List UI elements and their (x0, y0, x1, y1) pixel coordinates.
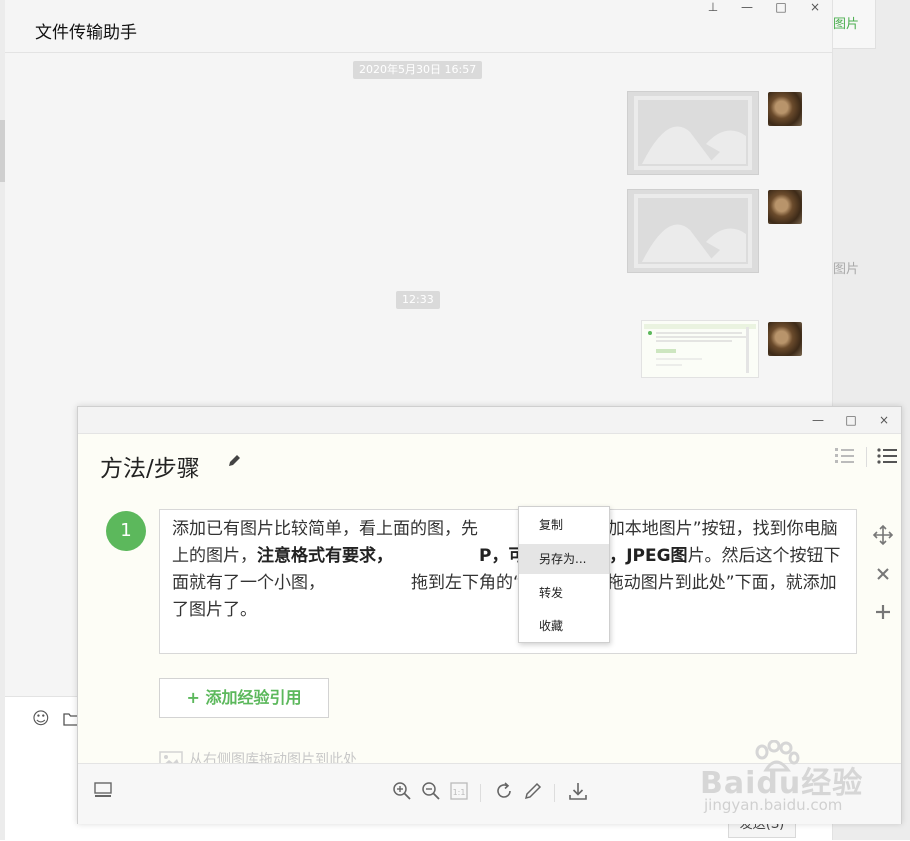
menu-item-save-as[interactable]: 另存为... (519, 544, 609, 574)
avatar[interactable] (768, 92, 802, 126)
minimize-icon[interactable]: — (737, 0, 757, 14)
step-text[interactable]: 添加已有图片比较简单，看上面的图，先 角的“添加本地图片”按钮，找到你电脑上的图片… (172, 516, 852, 624)
context-menu: 复制 另存为... 转发 收藏 (518, 506, 610, 643)
editor-titlebar: — □ × (78, 407, 901, 434)
maximize-icon[interactable]: □ (771, 0, 791, 14)
image-placeholder-icon (634, 96, 752, 170)
chat-header: 文件传输助手 ⊥ — □ × (5, 0, 832, 53)
close-icon[interactable]: × (805, 0, 825, 14)
step-section-title: 方法/步骤 (100, 456, 200, 482)
layout-icon[interactable] (94, 782, 112, 798)
toolbar-divider (866, 447, 867, 467)
step-text-bold: 注意格式有要求， (257, 546, 393, 566)
menu-item-forward[interactable]: 转发 (519, 578, 609, 608)
numbered-list-icon[interactable] (833, 445, 855, 467)
avatar[interactable] (768, 190, 802, 224)
menu-item-favorite[interactable]: 收藏 (519, 611, 609, 641)
zoom-out-icon[interactable] (421, 781, 441, 801)
step-number-badge: 1 (106, 511, 146, 551)
right-panel-label-images[interactable]: 图片 (833, 13, 859, 32)
screenshot-thumbnail[interactable] (641, 320, 759, 378)
editor-minimize-icon[interactable]: — (808, 413, 828, 427)
add-step-icon[interactable] (875, 604, 891, 620)
screenshot-thumbnail-graphic (644, 324, 756, 373)
watermark-url: jingyan.baidu.com (704, 796, 843, 814)
image-placeholder-icon (634, 194, 752, 268)
pencil-icon[interactable] (226, 453, 242, 469)
zoom-in-icon[interactable] (392, 781, 412, 801)
chat-title: 文件传输助手 (35, 23, 137, 43)
timestamp: 12:33 (396, 291, 440, 309)
editor-close-icon[interactable]: × (874, 413, 894, 427)
add-reference-button[interactable]: + 添加经验引用 (159, 678, 329, 718)
watermark: Baidu经验 jingyan.baidu.com (700, 738, 900, 838)
bullet-list-icon[interactable] (876, 445, 898, 467)
actual-size-icon[interactable]: 1:1 (450, 782, 468, 800)
download-icon[interactable] (568, 781, 588, 801)
step-text-box[interactable]: 添加已有图片比较简单，看上面的图，先 角的“添加本地图片”按钮，找到你电脑上的图片… (159, 509, 857, 654)
editor-maximize-icon[interactable]: □ (841, 413, 861, 427)
right-panel-label-images-2: 图片 (833, 262, 860, 277)
image-message[interactable] (627, 189, 759, 273)
svg-text:1:1: 1:1 (453, 788, 466, 797)
move-icon[interactable] (872, 524, 894, 546)
toolbar-divider (480, 784, 481, 802)
pin-icon[interactable]: ⊥ (703, 0, 723, 14)
menu-item-copy[interactable]: 复制 (519, 510, 609, 540)
edit-pencil-icon[interactable] (523, 781, 543, 801)
delete-icon[interactable] (876, 567, 890, 581)
step-text-part: 添加已有图片比较简单，看上面的图，先 (172, 519, 478, 539)
timestamp: 2020年5月30日 16:57 (353, 61, 483, 79)
toolbar-divider (554, 784, 555, 802)
rotate-icon[interactable] (494, 781, 514, 801)
avatar[interactable] (768, 322, 802, 356)
image-message[interactable] (627, 91, 759, 175)
emoji-icon[interactable]: ☺ (32, 709, 50, 729)
